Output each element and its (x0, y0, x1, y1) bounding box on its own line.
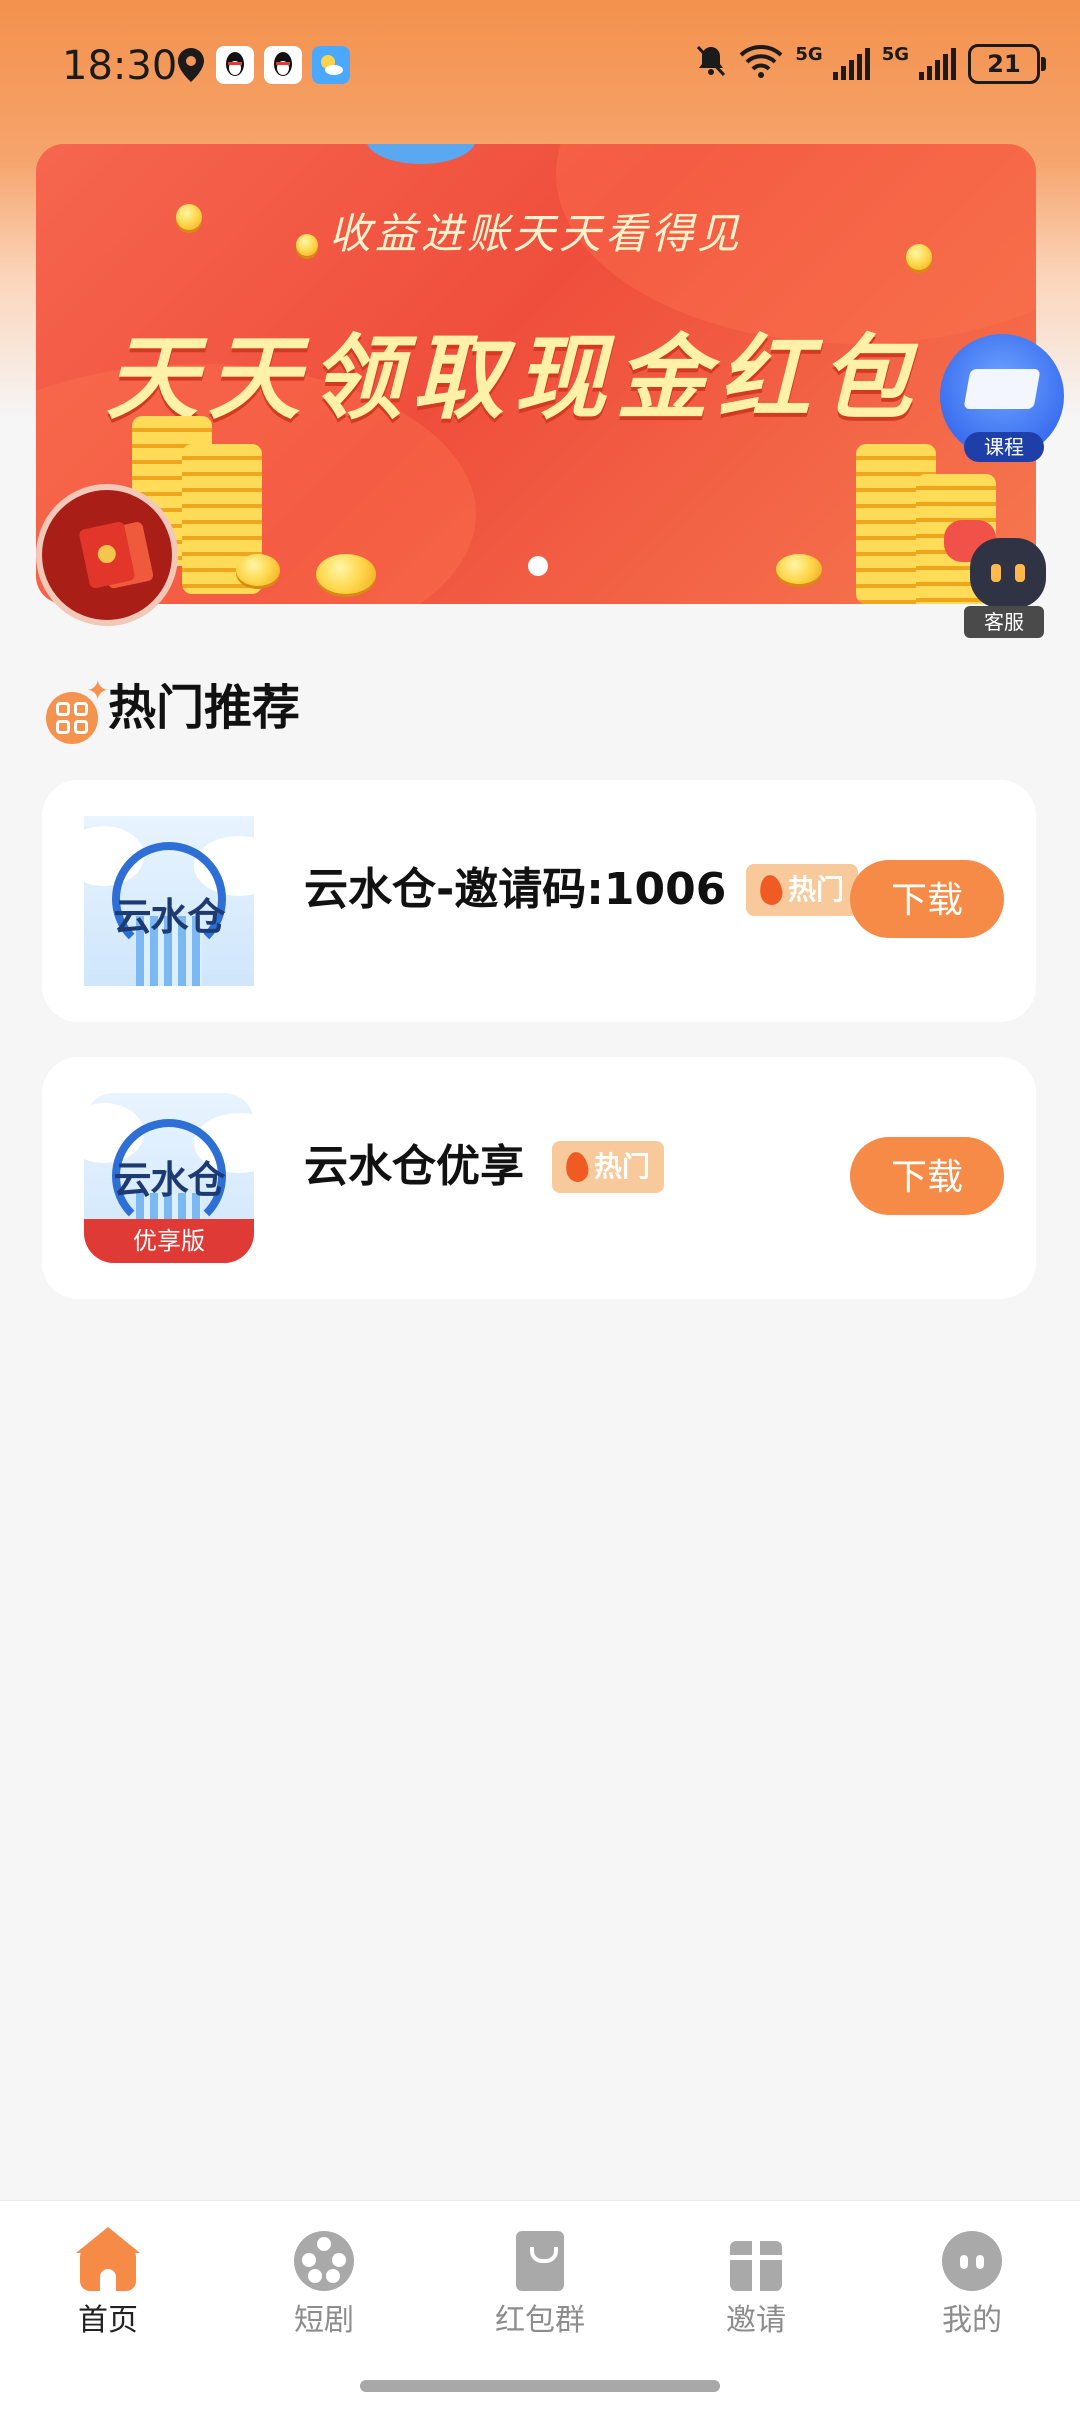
nav-label: 我的 (942, 2303, 1002, 2338)
coin-icon (906, 244, 932, 270)
banner-page-indicator[interactable] (528, 556, 548, 576)
status-bar: 18:30 5G 5G 21 (0, 0, 1080, 132)
banner-decoration (366, 144, 476, 164)
customer-service-label: 客服 (964, 606, 1044, 638)
nav-label: 邀请 (726, 2303, 786, 2338)
red-packet-button[interactable] (36, 484, 178, 626)
gift-icon (726, 2231, 786, 2291)
wifi-icon (739, 44, 783, 84)
course-label: 课程 (964, 432, 1044, 462)
qq-penguin-icon (216, 46, 254, 84)
hot-badge: 热门 (746, 864, 859, 916)
app-icon: 云水仓 优享版 (84, 1093, 254, 1263)
notification-icons (176, 46, 350, 84)
home-indicator[interactable] (360, 2380, 720, 2392)
status-time: 18:30 (62, 43, 178, 89)
banner-title: 天天领取现金红包 (106, 325, 923, 432)
film-reel-icon (294, 2231, 354, 2291)
app-name: 云水仓-邀请码:1006 (304, 864, 727, 915)
hot-badge: 热门 (552, 1141, 665, 1193)
app-icon-text: 云水仓 (113, 895, 225, 939)
app-icon: 云水仓 (84, 816, 254, 986)
app-icon-text: 云水仓 (113, 1158, 225, 1202)
nav-label: 红包群 (495, 2303, 585, 2338)
app-name: 云水仓优享 (304, 1141, 524, 1192)
coin-icon (296, 234, 318, 256)
flame-icon (564, 1150, 590, 1184)
nav-item-red-packet-group[interactable]: 红包群 (460, 2231, 620, 2341)
hot-badge-label: 热门 (788, 873, 845, 906)
nav-label: 首页 (78, 2303, 138, 2338)
weather-icon (312, 46, 350, 84)
sparkle-icon: ✦ (86, 674, 110, 707)
hot-badge-label: 热门 (594, 1150, 651, 1183)
network-type-label: 5G (881, 44, 909, 65)
apps-grid-icon: ✦ (46, 674, 109, 744)
robot-icon (970, 538, 1046, 608)
coin-icon (176, 204, 202, 230)
signal-bars-icon (832, 48, 870, 80)
section-header: ✦ 热门推荐 (46, 672, 300, 744)
customer-service-button[interactable]: 客服 (944, 520, 1064, 640)
coin-icon (316, 554, 376, 594)
app-icon-band: 优享版 (84, 1219, 254, 1263)
app-card[interactable]: 云水仓 优享版 云水仓优享 热门 下载 (42, 1057, 1036, 1299)
nav-label: 短剧 (294, 2303, 354, 2338)
signal-bars-icon (919, 48, 956, 80)
system-status: 5G 5G 21 (695, 44, 1046, 84)
nav-item-mine[interactable]: 我的 (892, 2231, 1052, 2341)
nav-item-short-drama[interactable]: 短剧 (244, 2231, 404, 2341)
app-card[interactable]: 云水仓 云水仓-邀请码:1006 热门 下载 (42, 780, 1036, 1022)
flame-icon (758, 873, 784, 907)
nav-item-invite[interactable]: 邀请 (676, 2231, 836, 2341)
mute-bell-icon (695, 44, 727, 84)
graduation-cap-icon (963, 369, 1041, 409)
qq-penguin-icon (264, 46, 302, 84)
battery-indicator: 21 (968, 44, 1046, 84)
nav-item-home[interactable]: 首页 (28, 2227, 188, 2341)
home-icon (76, 2227, 140, 2291)
coin-icon (236, 554, 280, 586)
network-type-label: 5G (795, 44, 823, 65)
coin-icon (776, 554, 822, 584)
download-button[interactable]: 下载 (850, 1137, 1004, 1215)
section-title: 热门推荐 (108, 680, 301, 736)
course-button[interactable]: 课程 (940, 334, 1064, 462)
promo-banner[interactable]: 收益进账天天看得见 天天领取现金红包 (36, 144, 1036, 604)
red-packet-icon (78, 520, 136, 590)
red-packet-icon (510, 2231, 570, 2291)
download-button[interactable]: 下载 (850, 860, 1004, 938)
location-icon (176, 46, 206, 84)
profile-icon (942, 2231, 1002, 2291)
